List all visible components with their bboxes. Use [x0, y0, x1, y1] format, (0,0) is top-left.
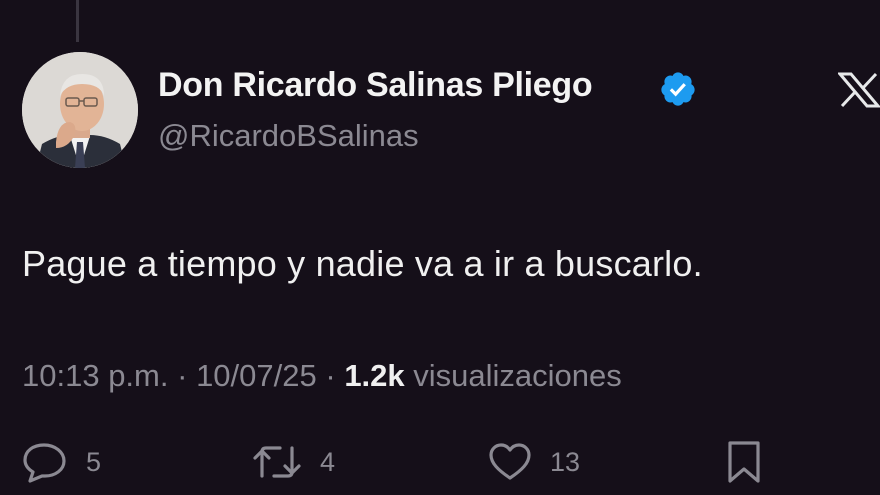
like-button[interactable]: 13 [488, 440, 580, 484]
bookmark-icon [728, 441, 760, 483]
retweet-icon [253, 446, 301, 478]
avatar[interactable] [22, 52, 138, 168]
like-icon [489, 443, 531, 480]
author-display-name[interactable]: Don Ricardo Salinas Pliego [158, 66, 593, 105]
like-count: 13 [550, 446, 581, 477]
views-label: visualizaciones [413, 358, 622, 393]
thread-connector-line [76, 0, 79, 42]
meta-separator: · [325, 358, 336, 393]
retweet-count: 4 [320, 446, 336, 477]
reply-icon [23, 443, 66, 483]
tweet-time[interactable]: 10:13 p.m. [22, 358, 168, 393]
views-count: 1.2k [344, 358, 405, 393]
tweet-metadata: 10:13 p.m. · 10/07/25 · 1.2k visualizaci… [22, 358, 622, 394]
author-handle[interactable]: @RicardoBSalinas [158, 118, 419, 154]
reply-count: 5 [86, 446, 102, 477]
retweet-button[interactable]: 4 [252, 440, 335, 484]
tweet-text: Pague a tiempo y nadie va a ir a buscarl… [22, 243, 703, 284]
tweet-card: Don Ricardo Salinas Pliego @RicardoBSali… [0, 0, 880, 495]
x-logo-icon [838, 72, 880, 108]
tweet-date[interactable]: 10/07/25 [196, 358, 317, 393]
reply-button[interactable]: 5 [22, 440, 101, 484]
verified-badge-icon [661, 72, 695, 106]
bookmark-button[interactable] [724, 440, 764, 484]
meta-separator: · [177, 358, 188, 393]
